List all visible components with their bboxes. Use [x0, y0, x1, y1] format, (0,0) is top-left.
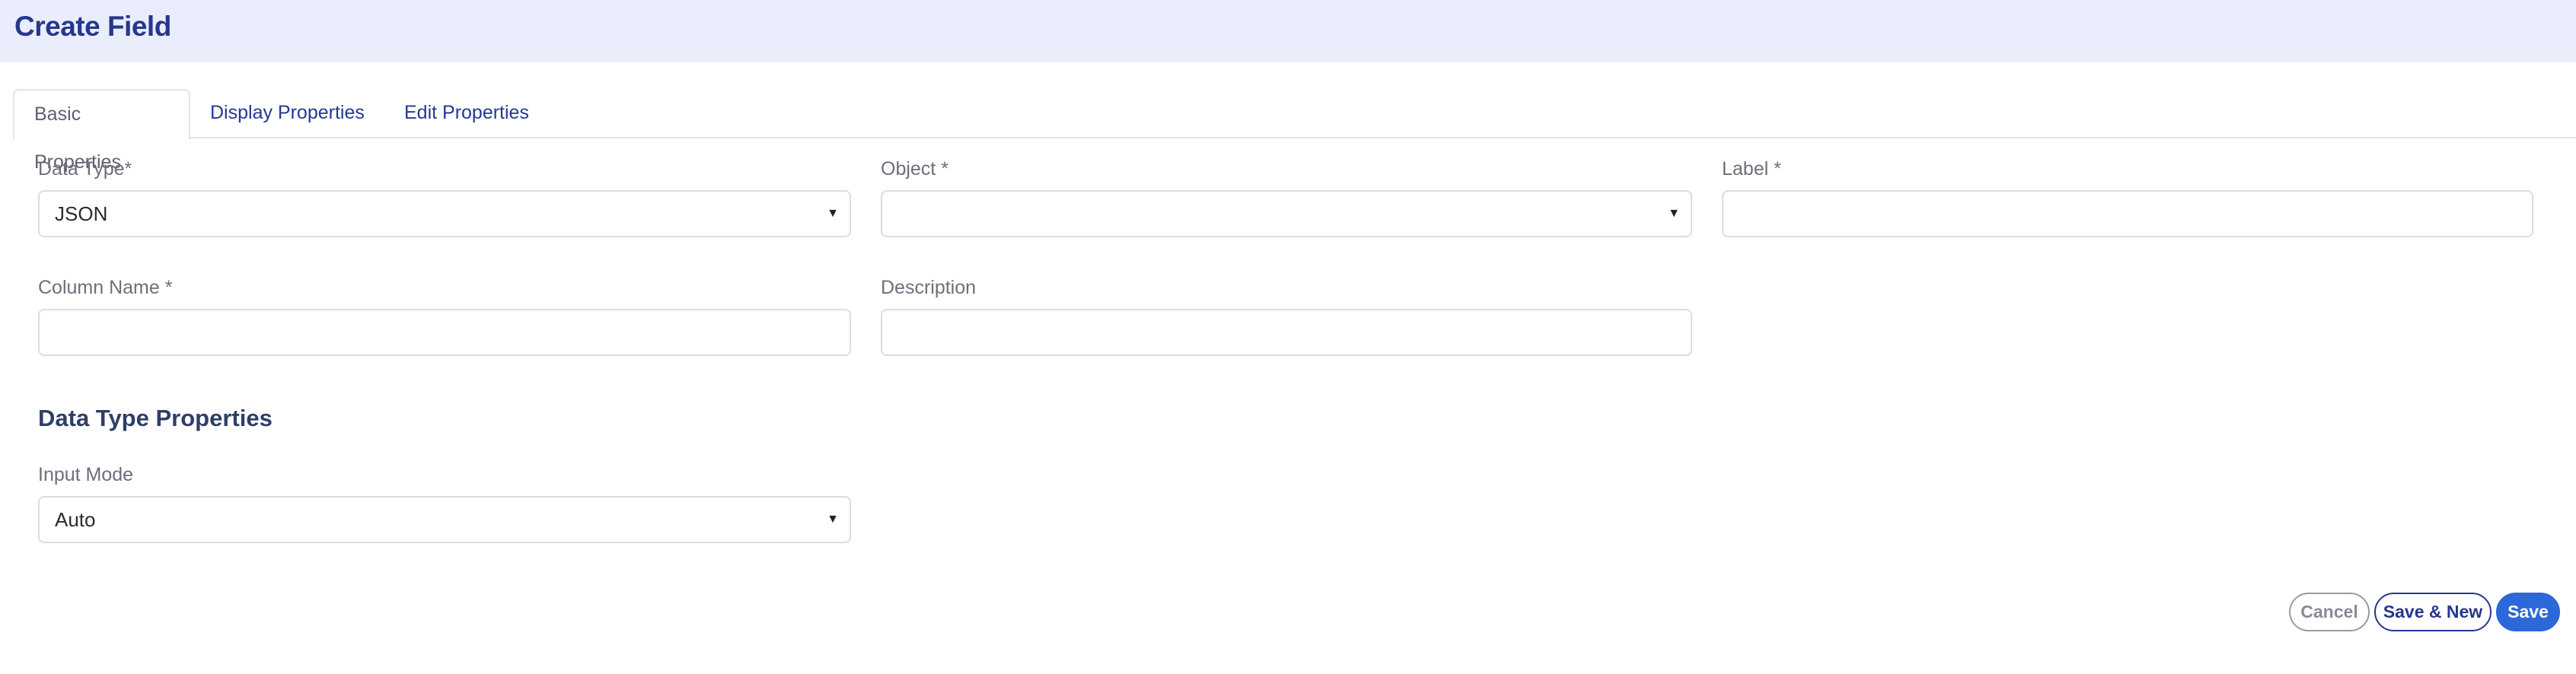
object-label: Object * [881, 158, 948, 180]
object-select[interactable]: ▼ [881, 190, 1692, 237]
tab-display-properties[interactable]: Display Properties [190, 89, 384, 138]
caret-down-icon: ▼ [827, 207, 839, 220]
column-name-label: Column Name * [38, 277, 173, 298]
label-label: Label * [1722, 158, 1781, 180]
input-mode-value: Auto [55, 508, 96, 531]
caret-down-icon: ▼ [1668, 207, 1680, 220]
data-type-value: JSON [55, 202, 108, 225]
data-type-label: Data Type* [38, 158, 132, 180]
input-mode-select[interactable]: Auto ▼ [38, 496, 851, 543]
input-mode-label: Input Mode [38, 464, 134, 485]
label-input[interactable] [1722, 190, 2533, 237]
page-header: Create Field [0, 0, 2576, 62]
section-title: Data Type Properties [38, 405, 273, 431]
save-and-new-button[interactable]: Save & New [2374, 593, 2492, 631]
column-name-input[interactable] [38, 309, 851, 356]
tab-bar: Basic Properties Display Properties Edit… [13, 89, 2576, 173]
description-label: Description [881, 277, 977, 298]
save-button[interactable]: Save [2496, 593, 2560, 631]
description-input[interactable] [881, 309, 1692, 356]
tab-edit-properties[interactable]: Edit Properties [384, 89, 549, 138]
cancel-button[interactable]: Cancel [2289, 593, 2370, 631]
page-title: Create Field [14, 11, 171, 42]
caret-down-icon: ▼ [827, 513, 839, 526]
tab-basic-properties[interactable]: Basic Properties [13, 89, 190, 173]
data-type-select[interactable]: JSON ▼ [38, 190, 851, 237]
